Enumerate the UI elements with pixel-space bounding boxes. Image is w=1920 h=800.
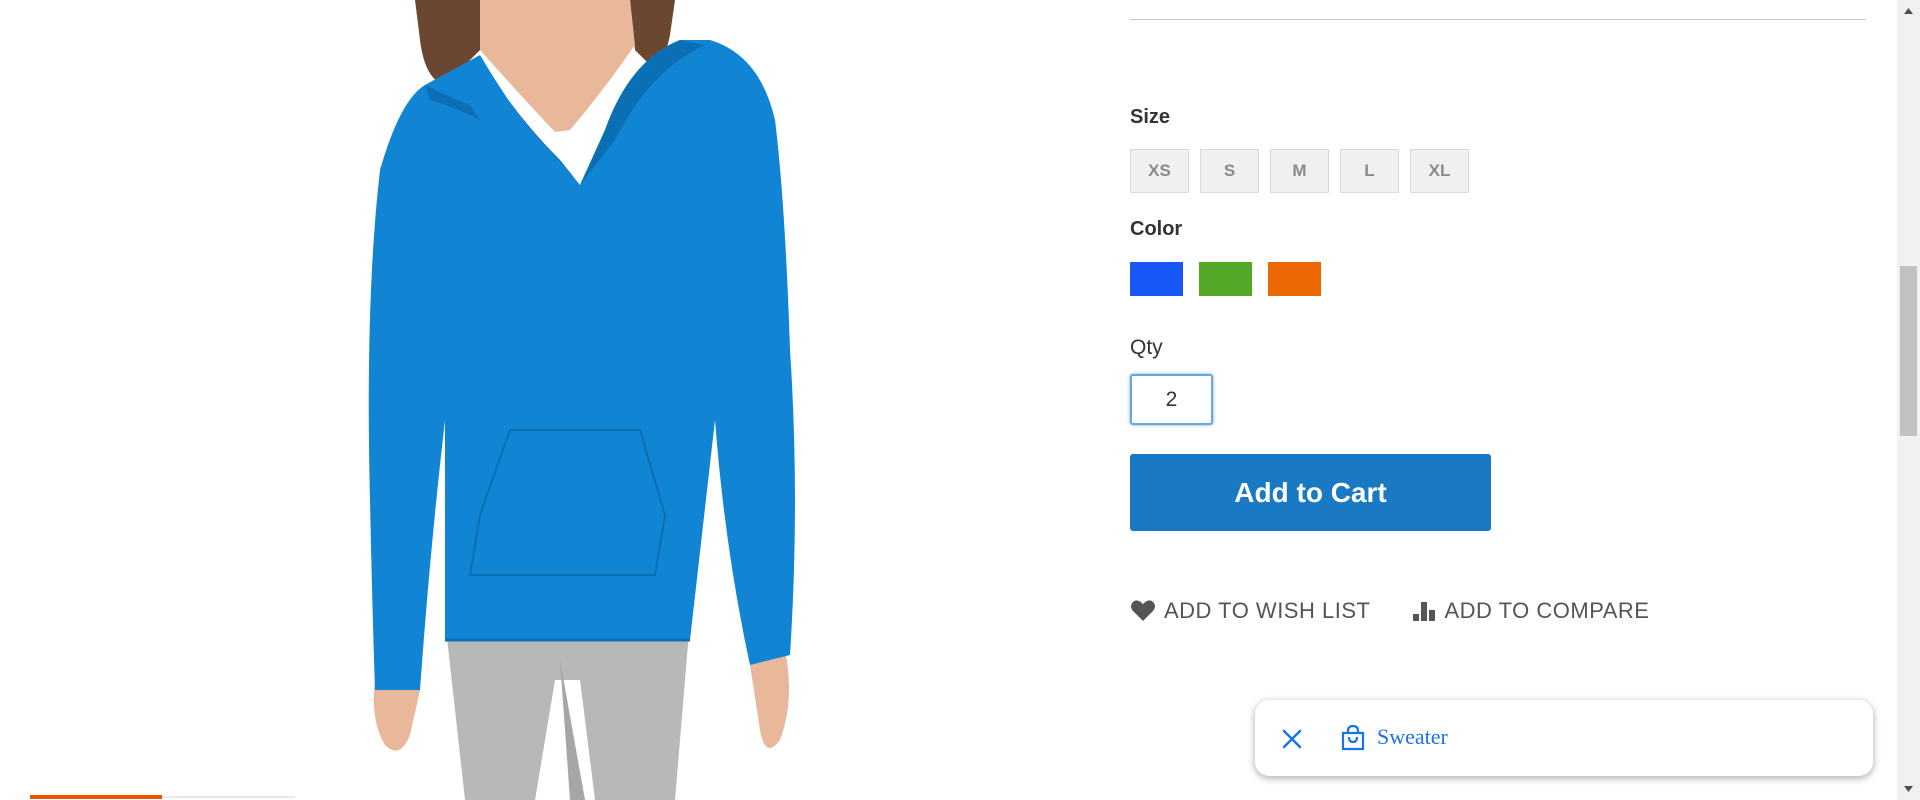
product-info: Size XS S M L XL Color Qty Add to Cart A… bbox=[1129, 0, 1866, 800]
section-divider bbox=[1130, 19, 1866, 20]
product-actions: ADD TO WISH LIST ADD TO COMPARE bbox=[1130, 598, 1650, 624]
product-photo[interactable] bbox=[330, 0, 830, 800]
add-to-wishlist-label: ADD TO WISH LIST bbox=[1164, 598, 1371, 623]
size-option-xs[interactable]: XS bbox=[1130, 149, 1189, 193]
add-to-compare-label: ADD TO COMPARE bbox=[1444, 598, 1650, 623]
page-scrollbar[interactable] bbox=[1897, 0, 1920, 800]
floating-toast: Sweater bbox=[1255, 700, 1873, 776]
color-swatch-orange[interactable] bbox=[1267, 261, 1322, 297]
toast-link[interactable]: Sweater bbox=[1377, 724, 1448, 750]
color-options bbox=[1129, 261, 1322, 297]
scrollbar-thumb[interactable] bbox=[1900, 266, 1917, 436]
gallery-active-indicator bbox=[30, 795, 162, 799]
color-swatch-green[interactable] bbox=[1198, 261, 1253, 297]
size-option-xl[interactable]: XL bbox=[1410, 149, 1469, 193]
heart-icon bbox=[1131, 600, 1155, 621]
product-gallery bbox=[0, 0, 1080, 800]
color-label: Color bbox=[1130, 218, 1183, 240]
color-swatch-blue[interactable] bbox=[1129, 261, 1184, 297]
close-icon[interactable] bbox=[1279, 726, 1305, 752]
size-label: Size bbox=[1130, 106, 1171, 128]
size-options: XS S M L XL bbox=[1130, 149, 1469, 193]
scroll-up-arrow-icon[interactable] bbox=[1897, 0, 1920, 22]
gallery-thumb-bar bbox=[30, 795, 295, 799]
qty-label: Qty bbox=[1130, 336, 1163, 359]
shopping-bag-icon bbox=[1341, 724, 1365, 751]
bar-chart-icon bbox=[1413, 602, 1436, 621]
size-option-s[interactable]: S bbox=[1200, 149, 1259, 193]
scroll-down-arrow-icon[interactable] bbox=[1897, 778, 1920, 800]
add-to-cart-button[interactable]: Add to Cart bbox=[1130, 454, 1491, 531]
add-to-wishlist-link[interactable]: ADD TO WISH LIST bbox=[1130, 598, 1370, 624]
size-option-m[interactable]: M bbox=[1270, 149, 1329, 193]
qty-input[interactable] bbox=[1130, 374, 1213, 425]
add-to-compare-link[interactable]: ADD TO COMPARE bbox=[1412, 598, 1649, 624]
size-option-l[interactable]: L bbox=[1340, 149, 1399, 193]
